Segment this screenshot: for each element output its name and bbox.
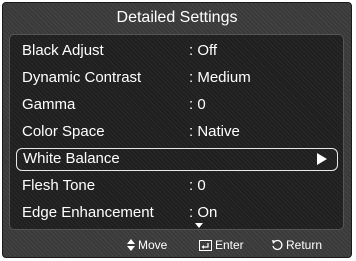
setting-dynamic-contrast[interactable]: Dynamic Contrast : Medium: [16, 66, 338, 89]
return-icon: [272, 239, 283, 251]
enter-hint: Enter: [199, 234, 244, 256]
move-label: Move: [138, 238, 168, 252]
setting-flesh-tone[interactable]: Flesh Tone : 0: [16, 174, 338, 197]
move-hint: Move: [127, 234, 167, 256]
setting-label: Edge Enhancement: [22, 204, 154, 221]
setting-label: White Balance: [23, 150, 120, 167]
setting-value: : 0: [189, 177, 206, 194]
detailed-settings-menu: Detailed Settings Black Adjust : Off Dyn…: [2, 2, 352, 258]
setting-black-adjust[interactable]: Black Adjust : Off: [16, 39, 338, 62]
setting-label: Dynamic Contrast: [22, 69, 142, 86]
return-hint: Return: [271, 234, 322, 256]
setting-color-space[interactable]: Color Space : Native: [16, 120, 338, 143]
enter-icon: [199, 239, 212, 251]
enter-label: Enter: [215, 238, 244, 252]
setting-value: : On: [189, 204, 218, 221]
scroll-down-icon[interactable]: [195, 223, 203, 228]
setting-label: Flesh Tone: [22, 177, 96, 194]
setting-white-balance[interactable]: White Balance: [16, 148, 338, 171]
setting-label: Gamma: [22, 96, 76, 113]
setting-value: : Native: [189, 123, 240, 140]
setting-edge-enhancement[interactable]: Edge Enhancement : On: [16, 201, 338, 224]
menu-title: Detailed Settings: [116, 9, 238, 26]
setting-value: : 0: [189, 96, 206, 113]
settings-panel: Black Adjust : Off Dynamic Contrast : Me…: [9, 34, 344, 230]
setting-value: : Medium: [189, 69, 251, 86]
setting-value: : Off: [189, 42, 218, 59]
setting-label: Color Space: [22, 123, 105, 140]
button-hints: Move Enter Return: [3, 234, 351, 256]
setting-label: Black Adjust: [22, 42, 104, 59]
submenu-arrow-icon: [317, 153, 327, 165]
setting-gamma[interactable]: Gamma : 0: [16, 93, 338, 116]
up-down-arrows-icon: [127, 239, 135, 251]
return-label: Return: [286, 238, 323, 252]
